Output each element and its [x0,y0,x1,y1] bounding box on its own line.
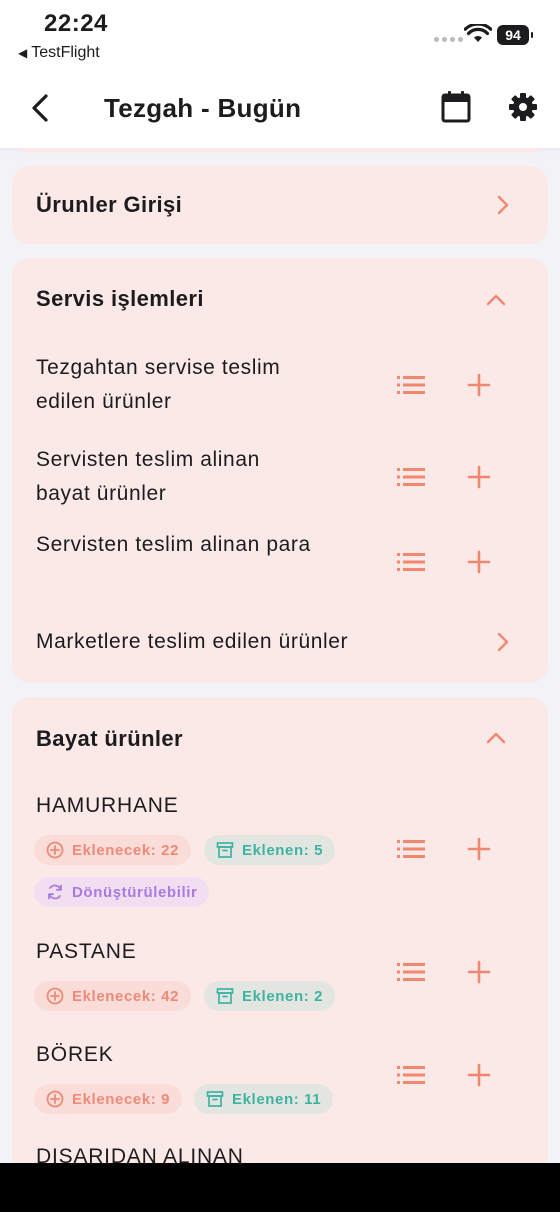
wifi-icon [464,24,492,42]
markets-delivered-link[interactable]: Marketlere teslim edilen ürünler [36,625,476,659]
status-time: 22:24 [44,10,108,37]
back-app-label: TestFlight [31,44,100,61]
status-bar: 22:24 ◀ TestFlight 94 [0,0,560,68]
chevron-up-icon[interactable] [484,288,508,312]
products-entry-card[interactable]: Ürunler Girişi [12,166,548,244]
stale-products-card: Bayat ürünler HAMURHANE Eklenecek: 22 Ek… [12,697,548,1163]
list-icon[interactable] [394,545,428,579]
row-line: Servisten teslim alinan para [36,533,311,556]
added-count: Eklenen: 2 [242,987,324,1005]
refresh-icon [48,884,62,900]
pending-count: Eklenecek: 42 [72,987,180,1005]
service-row-text: Servisten teslim alinan bayat ürünler [36,443,260,511]
gear-icon[interactable] [508,92,538,122]
service-operations-title: Servis işlemleri [36,286,204,311]
department-name: BÖREK [36,1043,114,1066]
plus-icon[interactable] [462,955,496,989]
plus-icon[interactable] [462,832,496,866]
battery-indicator: 94 [497,25,533,45]
list-icon[interactable] [394,1058,428,1092]
added-count: Eklenen: 5 [242,841,324,859]
pending-badge: Eklenecek: 9 [34,1084,183,1114]
pending-badge: Eklenecek: 22 [34,835,192,865]
added-count: Eklenen: 11 [232,1090,322,1108]
department-name: HAMURHANE [36,794,179,817]
row-line: Tezgahtan servise teslim [36,356,281,379]
page-title: Tezgah - Bugün [104,93,302,123]
department-name: DIŞARIDAN ALINAN [36,1145,244,1163]
row-line: Marketlere teslim edilen ürünler [36,630,349,653]
added-badge: Eklenen: 11 [194,1084,334,1114]
pending-badge: Eklenecek: 42 [34,981,192,1011]
chevron-left-icon[interactable] [26,90,56,126]
list-icon[interactable] [394,832,428,866]
plus-icon[interactable] [462,460,496,494]
archive-box-icon [206,1091,224,1107]
pending-count: Eklenecek: 9 [72,1090,171,1108]
back-to-app-link[interactable]: ◀ TestFlight [18,44,100,62]
plus-icon[interactable] [462,368,496,402]
archive-box-icon [216,842,234,858]
battery-level: 94 [505,27,521,43]
products-entry-title: Ürunler Girişi [36,192,183,217]
plus-circle-icon [46,841,64,859]
plus-icon[interactable] [462,1058,496,1092]
service-row-text: Servisten teslim alinan para [36,528,311,562]
chevron-right-icon[interactable] [490,630,514,654]
plus-circle-icon [46,987,64,1005]
scroll-content[interactable]: Ürunler Girişi Servis işlemleri Tezgahta… [0,148,560,1163]
convertible-label: Dönüştürülebilir [72,883,198,901]
previous-card-edge [14,148,546,152]
archive-box-icon [216,988,234,1004]
list-icon[interactable] [394,368,428,402]
chevron-right-icon [497,195,509,215]
service-operations-card: Servis işlemleri Tezgahtan servise tesli… [12,258,548,683]
plus-circle-icon [46,1090,64,1108]
department-name: PASTANE [36,940,137,963]
pending-count: Eklenecek: 22 [72,841,180,859]
cellular-signal-icon [434,37,463,42]
row-line: edilen ürünler [36,390,172,413]
navigation-bar: Tezgah - Bugün [0,68,560,148]
list-icon[interactable] [394,955,428,989]
convertible-badge: Dönüştürülebilir [34,877,210,907]
service-row-text: Tezgahtan servise teslim edilen ürünler [36,351,280,419]
list-icon[interactable] [394,460,428,494]
back-triangle-icon: ◀ [18,46,28,60]
plus-icon[interactable] [462,545,496,579]
chevron-up-icon[interactable] [484,726,508,750]
row-line: bayat ürünler [36,482,167,505]
added-badge: Eklenen: 2 [204,981,336,1011]
bottom-black-bar [0,1163,560,1212]
added-badge: Eklenen: 5 [204,835,336,865]
calendar-icon[interactable] [440,90,472,124]
stale-products-title: Bayat ürünler [36,726,184,751]
row-line: Servisten teslim alinan [36,448,260,471]
